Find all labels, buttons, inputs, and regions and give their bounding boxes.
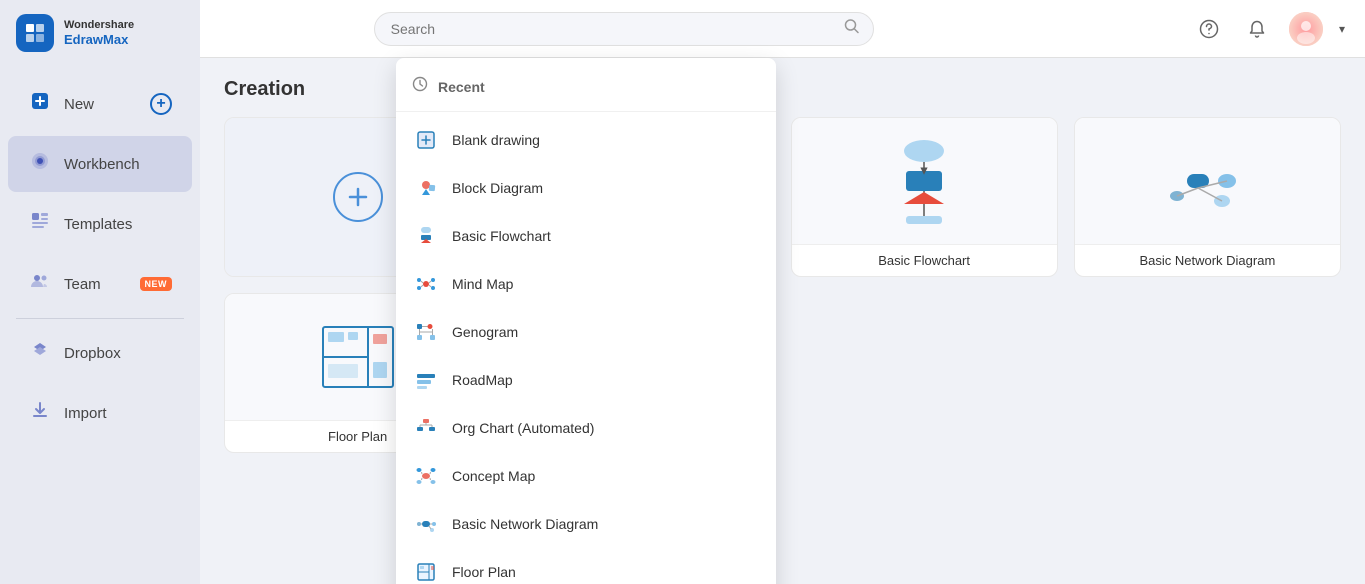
sidebar-item-team[interactable]: Team NEW: [8, 256, 192, 312]
dropdown-item-conceptmap[interactable]: Concept Map: [396, 452, 776, 500]
sidebar-item-workbench[interactable]: Workbench: [8, 136, 192, 192]
network-dd-icon: [412, 510, 440, 538]
search-input[interactable]: [374, 12, 874, 46]
blank-drawing-label: Blank drawing: [452, 132, 540, 148]
block-diagram-dd-icon: [412, 174, 440, 202]
header: ▾: [200, 0, 1365, 58]
search-box: [374, 12, 874, 46]
conceptmap-dd-icon: [412, 462, 440, 490]
app-logo: Wondershare EdrawMax: [0, 0, 200, 66]
roadmap-dd-label: RoadMap: [452, 372, 513, 388]
dropdown-header: Recent: [396, 66, 776, 107]
dropdown-header-label: Recent: [438, 79, 485, 95]
dropdown-item-orgchart[interactable]: Org Chart (Automated): [396, 404, 776, 452]
genogram-dd-label: Genogram: [452, 324, 518, 340]
avatar-caret-icon[interactable]: ▾: [1339, 22, 1345, 36]
import-icon: [28, 399, 52, 427]
logo-icon: [16, 14, 54, 52]
new-plus-button[interactable]: +: [150, 93, 172, 115]
flowchart-dd-label: Basic Flowchart: [452, 228, 551, 244]
dropdown-item-genogram[interactable]: Genogram: [396, 308, 776, 356]
clock-icon: [412, 76, 428, 97]
dropdown-item-floorplan[interactable]: Floor Plan: [396, 548, 776, 584]
sidebar-nav: New + Workbench: [0, 66, 200, 584]
dropdown-item-block[interactable]: Block Diagram: [396, 164, 776, 212]
bell-button[interactable]: [1241, 13, 1273, 45]
brand-product: EdrawMax: [64, 32, 134, 48]
dropdown-menu: Recent Blank drawing: [396, 58, 776, 584]
new-icon: [28, 90, 52, 118]
main-content: ▾ Creation: [200, 0, 1365, 584]
avatar[interactable]: [1289, 12, 1323, 46]
sidebar-item-dropbox-label: Dropbox: [64, 345, 121, 362]
network-dd-label: Basic Network Diagram: [452, 516, 598, 532]
brand-name: Wondershare: [64, 19, 134, 32]
dropdown-item-blank[interactable]: Blank drawing: [396, 116, 776, 164]
flowchart-dd-icon: [412, 222, 440, 250]
genogram-dd-icon: [412, 318, 440, 346]
roadmap-dd-icon: [412, 366, 440, 394]
sidebar-item-templates-label: Templates: [64, 216, 132, 233]
dropdown-overlay: Recent Blank drawing: [200, 58, 1365, 584]
sidebar-divider: [16, 318, 184, 319]
dropdown-divider-1: [396, 111, 776, 112]
team-icon: [28, 270, 52, 298]
blank-drawing-icon: [412, 126, 440, 154]
templates-icon: [28, 210, 52, 238]
mindmap-dd-icon: [412, 270, 440, 298]
sidebar-item-new-label: New: [64, 96, 94, 113]
help-button[interactable]: [1193, 13, 1225, 45]
search-icon: [844, 18, 860, 39]
orgchart-dd-icon: [412, 414, 440, 442]
sidebar-item-import-label: Import: [64, 405, 107, 422]
orgchart-dd-label: Org Chart (Automated): [452, 420, 594, 436]
floorplan-dd-label: Floor Plan: [452, 564, 516, 580]
sidebar-item-dropbox[interactable]: Dropbox: [8, 325, 192, 381]
logo-text: Wondershare EdrawMax: [64, 19, 134, 48]
header-actions: ▾: [1193, 12, 1345, 46]
sidebar-item-team-label: Team: [64, 276, 101, 293]
sidebar-item-new[interactable]: New +: [8, 76, 192, 132]
dropdown-item-network[interactable]: Basic Network Diagram: [396, 500, 776, 548]
conceptmap-dd-label: Concept Map: [452, 468, 535, 484]
dropbox-icon: [28, 339, 52, 367]
sidebar-item-import[interactable]: Import: [8, 385, 192, 441]
mindmap-dd-label: Mind Map: [452, 276, 513, 292]
dropdown-item-flowchart[interactable]: Basic Flowchart: [396, 212, 776, 260]
dropdown-item-mindmap[interactable]: Mind Map: [396, 260, 776, 308]
team-new-badge: NEW: [140, 277, 173, 291]
sidebar: Wondershare EdrawMax New +: [0, 0, 200, 584]
sidebar-item-workbench-label: Workbench: [64, 156, 140, 173]
workbench-icon: [28, 150, 52, 178]
sidebar-item-templates[interactable]: Templates: [8, 196, 192, 252]
block-diagram-dd-label: Block Diagram: [452, 180, 543, 196]
floorplan-dd-icon: [412, 558, 440, 584]
dropdown-item-roadmap[interactable]: RoadMap: [396, 356, 776, 404]
